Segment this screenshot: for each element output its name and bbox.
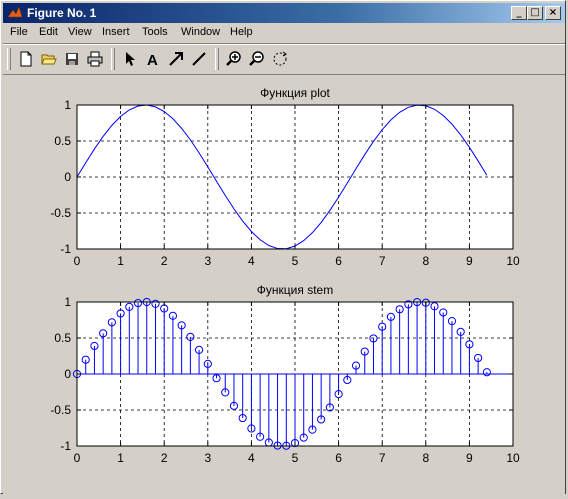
y-tick-label: -1 <box>60 439 71 453</box>
plot-area: 0 1 2 3 4 5 6 7 8 9 1010.50-0.5-1Функция plot0 1 2 3 4… <box>50 86 520 465</box>
subplot-title: Функция plot <box>260 86 330 100</box>
x-tick-label: 0 <box>74 451 81 465</box>
rotate-3d-button[interactable] <box>269 48 291 70</box>
menu-insert[interactable]: Insert <box>102 26 130 38</box>
menu-file[interactable]: File <box>10 26 28 38</box>
window-title: Figure No. 1 <box>27 6 97 20</box>
y-tick-label: 0.5 <box>54 331 71 345</box>
zoom-in-button[interactable] <box>223 48 245 70</box>
menu-window[interactable]: Window <box>181 26 220 38</box>
menu-edit[interactable]: Edit <box>39 26 58 38</box>
x-tick-label: 0 <box>74 254 81 268</box>
y-tick-label: -1 <box>60 242 71 256</box>
x-tick-label: 8 <box>422 254 429 268</box>
figure-window: Figure No. 1 _ □ × File Edit View Insert… <box>0 0 566 494</box>
x-tick-label: 7 <box>379 451 386 465</box>
x-tick-label: 4 <box>248 451 255 465</box>
x-tick-label: 9 <box>466 254 473 268</box>
insert-line-button[interactable] <box>188 48 210 70</box>
save-button[interactable] <box>61 48 83 70</box>
rotate-icon <box>273 51 287 66</box>
x-tick-label: 5 <box>292 254 299 268</box>
x-tick-label: 4 <box>248 254 255 268</box>
save-icon <box>66 53 78 65</box>
edit-plot-button[interactable] <box>119 48 141 70</box>
x-tick-label: 3 <box>204 254 211 268</box>
insert-arrow-button[interactable] <box>165 48 187 70</box>
x-tick-label: 3 <box>204 451 211 465</box>
toolbar-separator <box>111 48 115 70</box>
maximize-button[interactable]: □ <box>527 6 543 20</box>
open-folder-icon <box>41 54 57 65</box>
subplot-title: Функция stem <box>257 283 333 297</box>
new-figure-button[interactable] <box>15 48 37 70</box>
menu-separator <box>3 43 565 45</box>
subplot-1: 0 1 2 3 4 5 6 7 8 9 10 1 0.5 0 -0.5 -1 Функция plot <box>50 86 520 268</box>
y-tick-label: 1 <box>64 98 71 112</box>
menu-tools[interactable]: Tools <box>142 26 168 38</box>
y-tick-label: 0 <box>64 170 71 184</box>
menu-view[interactable]: View <box>68 26 92 38</box>
x-tick-label: 1 <box>117 254 124 268</box>
minimize-button[interactable]: _ <box>511 6 527 20</box>
close-button[interactable]: × <box>545 6 561 20</box>
svg-text:A: A <box>147 52 158 67</box>
matlab-logo-icon <box>7 6 23 18</box>
print-button[interactable] <box>84 48 106 70</box>
y-tick-label: -0.5 <box>50 403 71 417</box>
toolbar-separator-2 <box>215 48 219 70</box>
x-tick-label: 10 <box>506 451 520 465</box>
pointer-arrow-icon <box>126 52 135 66</box>
toolbar-grip[interactable] <box>7 48 11 70</box>
title-bar[interactable]: Figure No. 1 _ □ × <box>3 3 565 23</box>
y-tick-label: 0.5 <box>54 134 71 148</box>
insert-text-button[interactable]: A <box>142 48 164 70</box>
x-tick-label: 10 <box>506 254 520 268</box>
insert-line-icon <box>192 52 206 66</box>
print-icon <box>87 51 103 67</box>
insert-arrow-icon <box>169 52 183 66</box>
subplot-2: 0 1 2 3 4 5 6 7 8 9 10 1 0.5 0 -0.5 -1 Функция stem <box>50 283 520 465</box>
menu-bar: File Edit View Insert Tools Window Help <box>3 24 565 42</box>
y-tick-label: 0 <box>64 367 71 381</box>
x-tick-label: 5 <box>292 451 299 465</box>
zoom-out-icon <box>249 51 264 66</box>
y-tick-label: -0.5 <box>50 206 71 220</box>
open-file-button[interactable] <box>38 48 60 70</box>
x-tick-label: 2 <box>161 254 168 268</box>
x-tick-label: 7 <box>379 254 386 268</box>
y-tick-label: 1 <box>64 295 71 309</box>
x-tick-label: 9 <box>466 451 473 465</box>
zoom-out-button[interactable] <box>246 48 268 70</box>
toolbar: A <box>3 46 565 72</box>
x-tick-label: 8 <box>422 451 429 465</box>
x-tick-label: 6 <box>335 254 342 268</box>
x-tick-label: 6 <box>335 451 342 465</box>
figure-canvas: 0 1 2 3 4 5 6 7 8 9 10 1 0.5 0 -0.5 -1 Функция plot 0 1 2 3 4… <box>3 74 565 494</box>
zoom-in-icon <box>226 51 241 66</box>
insert-text-icon: A <box>147 52 158 67</box>
x-tick-label: 1 <box>117 451 124 465</box>
new-file-icon <box>20 51 32 67</box>
x-tick-label: 2 <box>161 451 168 465</box>
menu-help[interactable]: Help <box>230 26 253 38</box>
